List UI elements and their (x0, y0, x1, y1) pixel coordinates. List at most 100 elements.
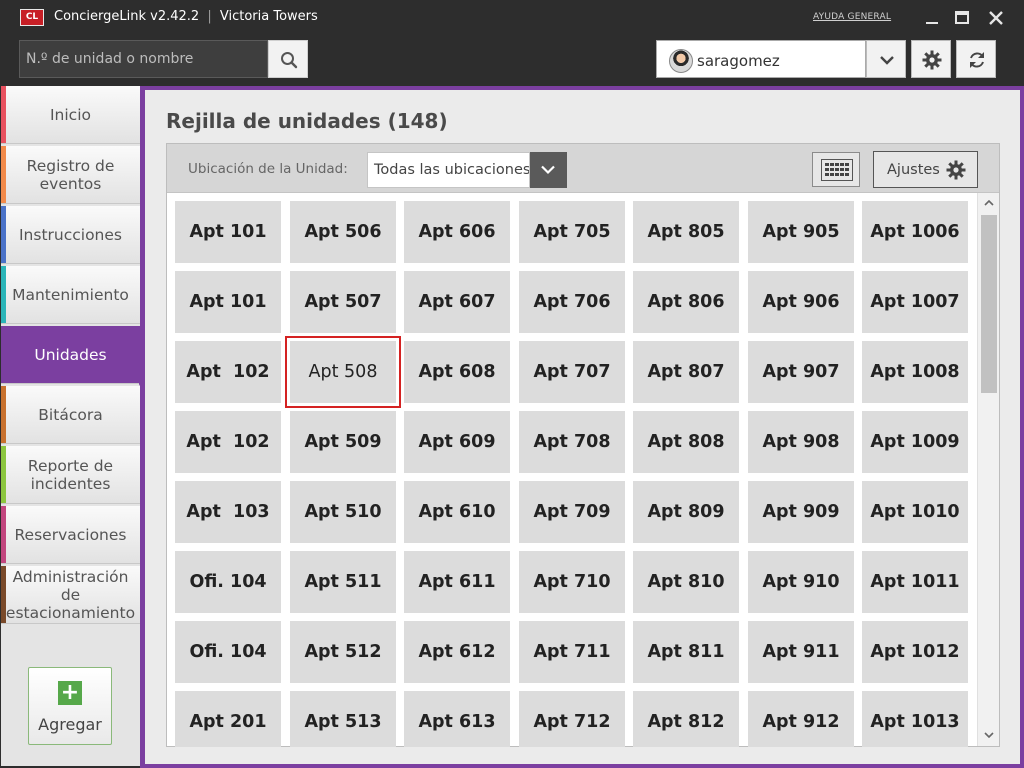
unit-tile[interactable]: Apt 705 (519, 201, 625, 263)
sidebar-item-stripe (1, 506, 6, 563)
sidebar-item-label: Mantenimiento (12, 285, 129, 304)
unit-tile[interactable]: Apt 911 (748, 621, 854, 683)
unit-tile[interactable]: Apt 510 (290, 481, 396, 543)
unit-tile[interactable]: Apt 610 (404, 481, 510, 543)
location-dropdown-button[interactable] (530, 152, 567, 188)
unit-tile[interactable]: Apt 906 (748, 271, 854, 333)
unit-tile[interactable]: Apt 707 (519, 341, 625, 403)
location-select-value: Todas las ubicaciones (374, 162, 530, 178)
vertical-scrollbar[interactable] (977, 193, 999, 746)
unit-tile[interactable]: Apt 808 (633, 411, 739, 473)
unit-tile[interactable]: Apt 103 (175, 481, 281, 543)
unit-tile[interactable]: Apt 611 (404, 551, 510, 613)
location-filter-label: Ubicación de la Unidad: (188, 161, 348, 177)
chevron-down-icon (541, 165, 555, 175)
sidebar-item-inicio[interactable]: Inicio (1, 86, 140, 144)
unit-tile[interactable]: Apt 708 (519, 411, 625, 473)
gear-icon (946, 160, 966, 180)
user-dropdown-button[interactable] (866, 40, 906, 78)
sidebar-item-bitacora[interactable]: Bitácora (1, 386, 140, 444)
user-selector[interactable]: saragomez (656, 40, 866, 78)
unit-tile[interactable]: Apt 1006 (862, 201, 968, 263)
unit-search-input[interactable] (19, 40, 268, 78)
unit-tile[interactable]: Apt 907 (748, 341, 854, 403)
add-button[interactable]: + Agregar (28, 667, 112, 745)
unit-tile[interactable]: Apt 709 (519, 481, 625, 543)
unit-tile[interactable]: Apt 511 (290, 551, 396, 613)
unit-tile[interactable]: Apt 805 (633, 201, 739, 263)
unit-tile[interactable]: Apt 607 (404, 271, 510, 333)
sidebar: Inicio Registro de eventos Instrucciones… (1, 86, 140, 766)
unit-tile[interactable]: Apt 812 (633, 691, 739, 747)
sidebar-item-stripe (1, 446, 6, 503)
unit-tile[interactable]: Apt 1010 (862, 481, 968, 543)
sidebar-item-label: Unidades (34, 345, 107, 364)
unit-tile[interactable]: Apt 101 (175, 201, 281, 263)
maximize-icon[interactable] (950, 6, 974, 30)
minimize-icon[interactable] (920, 6, 944, 30)
unit-tile[interactable]: Apt 810 (633, 551, 739, 613)
settings-button[interactable] (911, 40, 951, 78)
unit-tile[interactable]: Apt 1007 (862, 271, 968, 333)
unit-tile[interactable]: Apt 806 (633, 271, 739, 333)
unit-tile[interactable]: Apt 910 (748, 551, 854, 613)
sidebar-item-label: Administración de estacionamiento (5, 567, 136, 622)
unit-tile[interactable]: Apt 612 (404, 621, 510, 683)
close-icon[interactable] (984, 6, 1008, 30)
unit-tile[interactable]: Apt 908 (748, 411, 854, 473)
grid-settings-label: Ajustes (887, 162, 940, 178)
unit-tile[interactable]: Apt 809 (633, 481, 739, 543)
unit-tile[interactable]: Apt 807 (633, 341, 739, 403)
unit-tile[interactable]: Apt 1008 (862, 341, 968, 403)
unit-tile[interactable]: Ofi. 104 (175, 621, 281, 683)
sidebar-item-reservaciones[interactable]: Reservaciones (1, 506, 140, 564)
sidebar-item-instrucciones[interactable]: Instrucciones (1, 206, 140, 264)
unit-tile[interactable]: Apt 513 (290, 691, 396, 747)
unit-tile[interactable]: Apt 912 (748, 691, 854, 747)
unit-tile[interactable]: Apt 606 (404, 201, 510, 263)
unit-tile[interactable]: Apt 201 (175, 691, 281, 747)
username: saragomez (697, 52, 780, 70)
unit-tile[interactable]: Apt 613 (404, 691, 510, 747)
sidebar-item-mantenimiento[interactable]: Mantenimiento (1, 266, 140, 324)
unit-tile[interactable]: Apt 710 (519, 551, 625, 613)
search-button[interactable] (268, 40, 308, 78)
sidebar-item-administracion-de-estacionamiento[interactable]: Administración de estacionamiento (1, 566, 140, 624)
unit-tile[interactable]: Apt 1011 (862, 551, 968, 613)
app-logo: CL (20, 9, 44, 26)
unit-tile[interactable]: Apt 102 (175, 341, 281, 403)
unit-tile[interactable]: Apt 608 (404, 341, 510, 403)
refresh-button[interactable] (956, 40, 996, 78)
sidebar-item-label: Reporte de incidentes (27, 456, 114, 493)
unit-tile[interactable]: Apt 509 (290, 411, 396, 473)
unit-tile[interactable]: Apt 506 (290, 201, 396, 263)
unit-tile[interactable]: Apt 712 (519, 691, 625, 747)
grid-settings-button[interactable]: Ajustes (873, 151, 978, 188)
unit-tile[interactable]: Apt 706 (519, 271, 625, 333)
location-select[interactable]: Todas las ubicaciones (367, 152, 530, 188)
unit-tile[interactable]: Apt 1012 (862, 621, 968, 683)
unit-tile[interactable]: Apt 508 (285, 336, 401, 408)
unit-tile[interactable]: Apt 512 (290, 621, 396, 683)
unit-tile[interactable]: Apt 1009 (862, 411, 968, 473)
unit-tile[interactable]: Ofi. 104 (175, 551, 281, 613)
unit-tile[interactable]: Apt 609 (404, 411, 510, 473)
sidebar-item-registro-de-eventos[interactable]: Registro de eventos (1, 146, 140, 204)
unit-tile[interactable]: Apt 507 (290, 271, 396, 333)
grid-view-toggle[interactable] (812, 152, 860, 187)
unit-tile[interactable]: Apt 905 (748, 201, 854, 263)
unit-tile[interactable]: Apt 711 (519, 621, 625, 683)
unit-tile[interactable]: Apt 102 (175, 411, 281, 473)
unit-tile[interactable]: Apt 101 (175, 271, 281, 333)
help-link[interactable]: AYUDA GENERAL (813, 12, 891, 22)
sidebar-item-reporte-de-incidentes[interactable]: Reporte de incidentes (1, 446, 140, 504)
scroll-thumb[interactable] (981, 215, 997, 393)
sidebar-item-stripe (1, 146, 6, 203)
scroll-down-button[interactable] (978, 725, 1000, 745)
sidebar-item-unidades[interactable]: Unidades (1, 326, 140, 384)
unit-tile[interactable]: Apt 1013 (862, 691, 968, 747)
scroll-up-button[interactable] (978, 193, 1000, 213)
unit-tile[interactable]: Apt 909 (748, 481, 854, 543)
unit-tile[interactable]: Apt 811 (633, 621, 739, 683)
app-title: ConciergeLink v2.42.2 | Victoria Towers (54, 9, 318, 24)
